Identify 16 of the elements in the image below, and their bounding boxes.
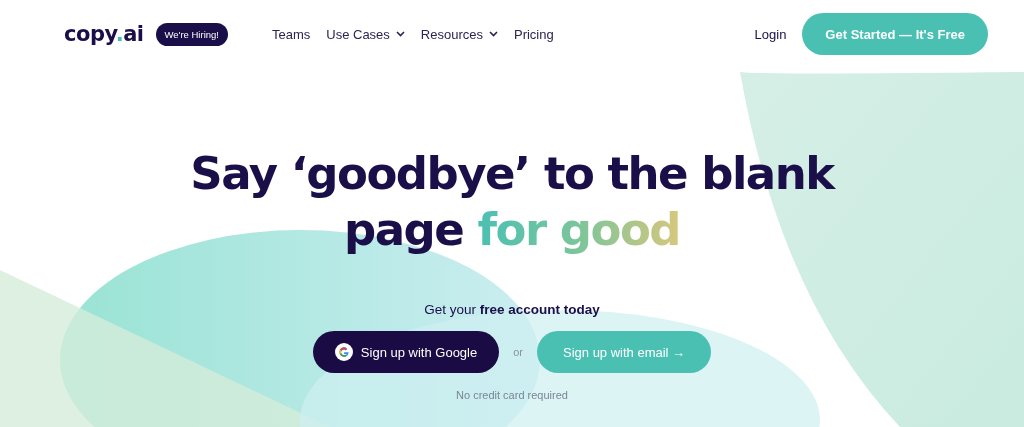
- headline: Say ‘goodbye’ to the blank page for good: [190, 146, 834, 258]
- nav-link[interactable]: Pricing: [514, 26, 554, 42]
- google-logo-icon: [334, 343, 353, 361]
- nav-label: Use Cases: [326, 26, 390, 42]
- hiring-badge[interactable]: We're Hiring!: [155, 22, 228, 46]
- login-link[interactable]: Login: [754, 26, 787, 42]
- google-signup-button[interactable]: Sign up with Google: [312, 331, 500, 373]
- button-label: Sign up with Google: [360, 344, 478, 360]
- nav-dropdown[interactable]: Resources: [420, 26, 498, 42]
- nav-dropdown[interactable]: Use Cases: [326, 26, 405, 42]
- nav-label: Resources: [420, 26, 483, 42]
- logo[interactable]: copy.ai: [64, 22, 144, 46]
- or-separator: or: [513, 346, 523, 358]
- nav-link[interactable]: Teams: [271, 26, 311, 42]
- no-credit-card-note: No credit card required: [456, 389, 568, 401]
- subtitle: Get your free account today: [424, 302, 600, 317]
